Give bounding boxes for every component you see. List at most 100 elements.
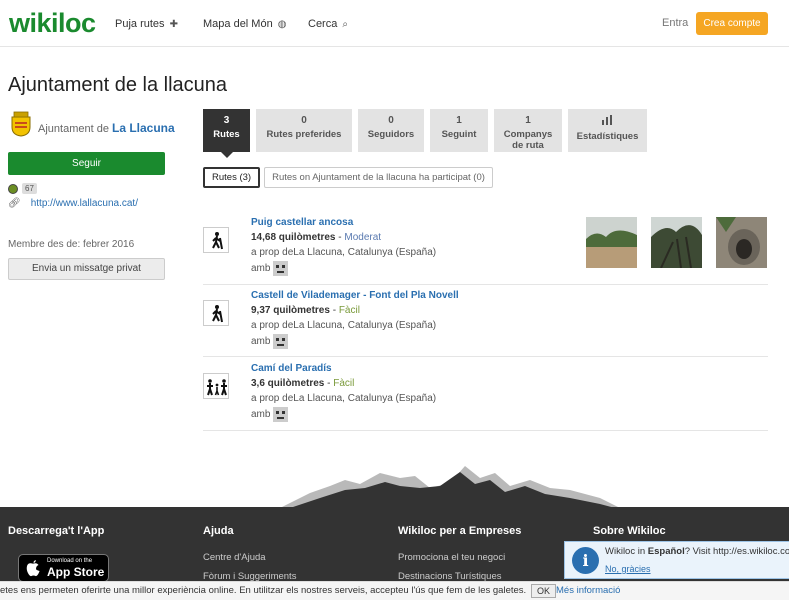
app-store-small-text: Download on the: [47, 558, 93, 564]
nav-map-label: Mapa del Món: [203, 18, 273, 30]
login-link[interactable]: Entra: [662, 17, 688, 29]
route-photo[interactable]: [716, 217, 767, 268]
bar-chart-icon: [568, 115, 647, 128]
hiking-icon: [203, 227, 229, 253]
send-message-button[interactable]: Envia un missatge privat: [8, 258, 165, 280]
cookie-more-info-link[interactable]: Més informació: [556, 585, 620, 596]
top-header: wikiloc Puja rutes ✚ Mapa del Món ◍ Cerc…: [0, 0, 789, 47]
nav-world-map[interactable]: Mapa del Món ◍: [203, 18, 287, 30]
tab-statistics[interactable]: Estadístiques: [568, 109, 647, 152]
distance-value: 3,6 quilòmetres: [251, 378, 325, 389]
footer-about-heading: Sobre Wikiloc: [593, 525, 666, 537]
tab-label: Seguint: [441, 129, 477, 140]
route-distance: 14,68 quilòmetres - Moderat: [251, 232, 382, 243]
app-store-badge[interactable]: Download on the App Store: [18, 554, 109, 582]
footer-help-center-link[interactable]: Centre d'Ajuda: [203, 552, 266, 563]
with-label: amb: [251, 336, 271, 347]
tab-count: 0: [388, 115, 394, 126]
route-companions: amb: [251, 407, 289, 422]
route-subtabs: Rutes (3) Rutes on Ajuntament de la llac…: [203, 167, 493, 188]
with-label: amb: [251, 409, 271, 420]
tab-following[interactable]: 1 Seguint: [430, 109, 488, 152]
tab-label: Rutes: [213, 129, 240, 140]
route-title[interactable]: Castell de Vilademager - Font del Pla No…: [251, 290, 459, 301]
user-avatar-icon[interactable]: [273, 261, 289, 276]
nav-search[interactable]: Cerca ⌕: [308, 18, 348, 30]
coat-of-arms-icon: [11, 111, 31, 137]
app-store-big-text: App Store: [47, 565, 105, 579]
score-badge: 67: [22, 183, 37, 194]
user-avatar-icon[interactable]: [273, 334, 289, 349]
cookie-banner: etes ens permeten oferirte una millor ex…: [0, 581, 789, 600]
distance-value: 9,37 quilòmetres: [251, 305, 330, 316]
apple-icon: [26, 560, 40, 577]
tab-routes[interactable]: 3 Rutes: [203, 109, 250, 158]
footer-app-heading: Descarrega't l'App: [8, 525, 105, 537]
route-distance: 9,37 quilòmetres - Fàcil: [251, 305, 360, 316]
footer-promote-link[interactable]: Promociona el teu negoci: [398, 552, 505, 563]
lang-prefix: Wikiloc in: [605, 546, 648, 557]
route-location: a prop deLa Llacuna, Catalunya (España): [251, 247, 437, 258]
nav-upload-routes[interactable]: Puja rutes ✚: [115, 18, 178, 30]
language-suggestion-popup: i Wikiloc in Español? Visit http://es.wi…: [564, 541, 789, 579]
route-item: Puig castellar ancosa 14,68 quilòmetres …: [203, 217, 768, 285]
lang-suffix: ? Visit http://es.wikiloc.co: [684, 546, 789, 557]
user-avatar-icon[interactable]: [273, 407, 289, 422]
profile-tabs: 3 Rutes 0 Rutes preferides 0 Seguidors 1…: [203, 109, 647, 158]
route-photo[interactable]: [651, 217, 702, 268]
follow-button[interactable]: Seguir: [8, 152, 165, 175]
nav-search-label: Cerca: [308, 18, 338, 30]
route-location: a prop deLa Llacuna, Catalunya (España): [251, 393, 437, 404]
cookie-ok-button[interactable]: OK: [531, 584, 557, 598]
plus-icon: ✚: [169, 19, 178, 30]
tab-count: 3: [223, 115, 230, 126]
wikiloc-logo[interactable]: wikiloc: [9, 8, 96, 39]
difficulty: Fàcil: [333, 378, 355, 389]
score-row: 67: [8, 183, 37, 194]
lang-name: Español: [647, 546, 685, 557]
route-photo[interactable]: [586, 217, 637, 268]
website-link[interactable]: http://www.lallacuna.cat/: [31, 198, 138, 209]
globe-icon: ◍: [277, 19, 287, 30]
subtab-participated[interactable]: Rutes on Ajuntament de la llacuna ha par…: [264, 167, 493, 188]
member-since: Membre des de: febrer 2016: [8, 239, 135, 250]
org-prefix: Ajuntament de: [38, 123, 109, 135]
info-icon: i: [572, 547, 599, 574]
dismiss-language-link[interactable]: No, gràcies: [605, 564, 651, 574]
language-suggestion-text: Wikiloc in Español? Visit http://es.wiki…: [605, 546, 789, 557]
tab-count: 0: [301, 115, 307, 126]
tab-followers[interactable]: 0 Seguidors: [358, 109, 424, 152]
cookie-text: etes ens permeten oferirte una millor ex…: [0, 585, 527, 596]
footer-help-heading: Ajuda: [203, 525, 234, 537]
family-icon: [203, 373, 229, 399]
difficulty: Moderat: [344, 232, 382, 243]
mountains-decoration: [280, 466, 620, 508]
tab-count: 1: [525, 115, 531, 126]
route-title[interactable]: Camí del Paradís: [251, 363, 332, 374]
route-title[interactable]: Puig castellar ancosa: [251, 217, 353, 228]
route-companions: amb: [251, 261, 289, 276]
org-name-strong: La Llacuna: [112, 121, 175, 135]
footer-business-heading: Wikiloc per a Empreses: [398, 525, 522, 537]
route-photos: [586, 217, 767, 268]
tab-count: 1: [456, 115, 462, 126]
route-item: Camí del Paradís 3,6 quilòmetres - Fàcil…: [203, 363, 768, 431]
with-label: amb: [251, 263, 271, 274]
nav-upload-label: Puja rutes: [115, 18, 165, 30]
link-icon: 🔗︎: [8, 198, 21, 209]
org-name[interactable]: Ajuntament de La Llacuna: [38, 121, 175, 135]
score-icon: [8, 183, 18, 194]
subtab-routes[interactable]: Rutes (3): [203, 167, 261, 188]
hiking-icon: [203, 300, 229, 326]
search-icon: ⌕: [342, 19, 349, 30]
tab-favorite-routes[interactable]: 0 Rutes preferides: [256, 109, 352, 152]
signup-button[interactable]: Crea compte: [696, 12, 768, 35]
page-title: Ajuntament de la llacuna: [8, 74, 228, 96]
tab-label: Companys de ruta: [503, 129, 553, 151]
tab-route-companions[interactable]: 1 Companys de ruta: [494, 109, 562, 152]
route-companions: amb: [251, 334, 289, 349]
route-item: Castell de Vilademager - Font del Pla No…: [203, 290, 768, 357]
route-distance: 3,6 quilòmetres - Fàcil: [251, 378, 355, 389]
tab-label: Estadístiques: [576, 131, 639, 142]
difficulty: Fàcil: [338, 305, 360, 316]
